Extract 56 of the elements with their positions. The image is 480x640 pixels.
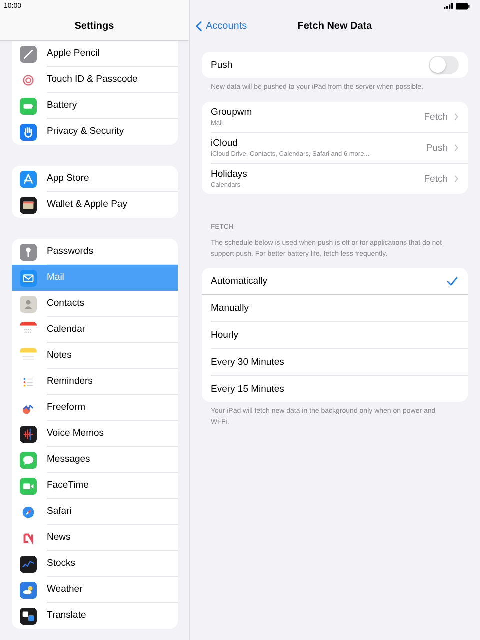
push-toggle[interactable] — [429, 56, 459, 74]
schedule-option[interactable]: Hourly — [211, 322, 468, 349]
sidebar-title: Settings — [74, 20, 114, 32]
speech-bubble-icon — [20, 452, 37, 468]
hand-icon — [20, 124, 37, 140]
sidebar-item[interactable]: Stocks — [12, 551, 178, 577]
key-icon — [20, 244, 37, 260]
sidebar-item[interactable]: Safari — [12, 499, 178, 525]
push-label: Push — [211, 60, 233, 70]
battery-icon — [456, 2, 470, 10]
pencil-icon — [20, 46, 37, 62]
fetch-mode: Push — [426, 142, 448, 154]
translate-icon — [20, 608, 37, 624]
sidebar-item[interactable]: Notes — [12, 343, 178, 369]
stock-chart-icon — [20, 556, 37, 572]
schedule-option[interactable]: Every 30 Minutes — [211, 349, 468, 376]
schedule-option[interactable]: Automatically — [202, 268, 468, 295]
chevron-icon — [454, 175, 459, 183]
sidebar-item[interactable]: App Store — [12, 166, 178, 192]
sidebar-item[interactable]: Reminders — [12, 369, 178, 395]
schedule-option[interactable]: Every 15 Minutes — [211, 376, 468, 402]
person-icon — [20, 296, 37, 312]
signal-icon — [444, 3, 454, 9]
sidebar-item[interactable]: Wallet & Apple Pay — [12, 192, 178, 218]
envelope-icon — [20, 270, 37, 286]
fetch-mode: Fetch — [424, 112, 448, 122]
wallet-icon — [20, 196, 37, 214]
fetch-mode: Fetch — [424, 174, 448, 184]
sidebar-item[interactable]: FaceTime — [12, 473, 178, 499]
chevron-icon — [196, 21, 202, 32]
sidebar-item[interactable]: Weather — [12, 577, 178, 603]
sidebar-item[interactable]: Touch ID & Passcode — [12, 67, 178, 93]
battery-icon — [20, 98, 37, 114]
sidebar-item[interactable]: Apple Pencil — [12, 41, 178, 67]
back-button[interactable]: Accounts — [196, 21, 248, 32]
sidebar-item[interactable]: News — [12, 525, 178, 551]
sidebar-item[interactable]: Voice Memos — [12, 421, 178, 447]
checkmark-icon — [447, 276, 458, 286]
chevron-icon — [454, 144, 459, 152]
account-name: Groupwm — [211, 107, 254, 118]
sidebar-item[interactable]: Privacy & Security — [12, 119, 178, 145]
waveform-icon — [20, 426, 37, 442]
account-name: Holidays — [211, 169, 248, 180]
chevron-icon — [454, 113, 459, 121]
sidebar-item[interactable]: Freeform — [12, 395, 178, 421]
sidebar-item[interactable]: Battery — [12, 93, 178, 119]
account-name: iCloud — [211, 138, 239, 149]
sidebar-item[interactable]: Contacts — [12, 291, 178, 317]
sidebar-item[interactable]: Messages — [12, 447, 178, 473]
app-store-icon — [20, 170, 37, 188]
video-camera-icon — [20, 478, 37, 494]
schedule-option[interactable]: Manually — [211, 295, 468, 322]
sidebar-item[interactable]: Translate — [12, 603, 178, 629]
sidebar-item[interactable]: Calendar — [12, 317, 178, 343]
cloud-sun-icon — [20, 582, 37, 598]
page-title: Fetch New Data — [298, 21, 372, 32]
